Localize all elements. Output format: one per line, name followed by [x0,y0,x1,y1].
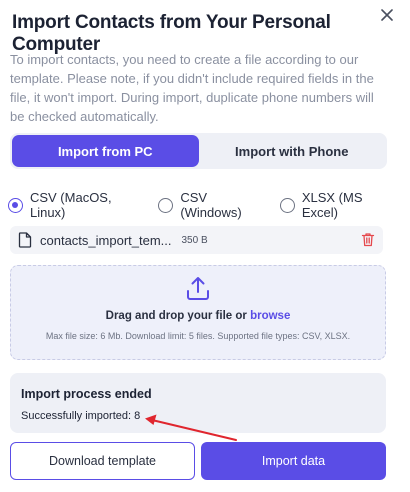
import-source-tabs: Import from PC Import with Phone [10,133,387,169]
file-name: contacts_import_tem... [40,232,172,248]
browse-link[interactable]: browse [250,310,290,322]
dropzone-instruction: Drag and drop your file or browse [11,310,385,322]
file-format-options: CSV (MacOS, Linux) CSV (Windows) XLSX (M… [8,190,410,220]
radio-selected-icon [8,197,23,213]
radio-label: CSV (Windows) [180,190,242,220]
radio-csv-windows[interactable]: CSV (Windows) [158,190,272,220]
radio-xlsx[interactable]: XLSX (MS Excel) [279,190,402,220]
import-data-button[interactable]: Import data [201,442,386,480]
upload-icon [187,277,209,300]
tab-import-from-pc[interactable]: Import from PC [12,135,199,167]
import-status-panel: Import process ended Successfully import… [10,373,386,433]
radio-csv-macos-linux[interactable]: CSV (MacOS, Linux) [8,190,150,220]
dropzone-hint: Max file size: 6 Mb. Download limit: 5 f… [45,331,351,341]
radio-label: CSV (MacOS, Linux) [29,190,112,220]
file-dropzone[interactable]: Drag and drop your file or browse Max fi… [10,265,386,360]
trash-icon[interactable] [361,232,375,247]
download-template-button[interactable]: Download template [10,442,195,480]
uploaded-file: contacts_import_tem... 350 B [10,226,383,254]
file-icon [18,232,32,248]
status-result: Successfully imported: 8 [21,410,141,422]
radio-unselected-icon [158,197,174,213]
dropzone-text: Drag and drop your file or [105,310,247,322]
close-icon[interactable] [378,6,396,24]
tab-import-with-phone[interactable]: Import with Phone [199,135,386,167]
status-title: Import process ended [21,387,152,401]
file-size: 350 B [181,234,208,246]
radio-label: XLSX (MS Excel) [301,190,363,220]
dialog-description: To import contacts, you need to create a… [10,52,374,124]
radio-unselected-icon [279,197,295,213]
